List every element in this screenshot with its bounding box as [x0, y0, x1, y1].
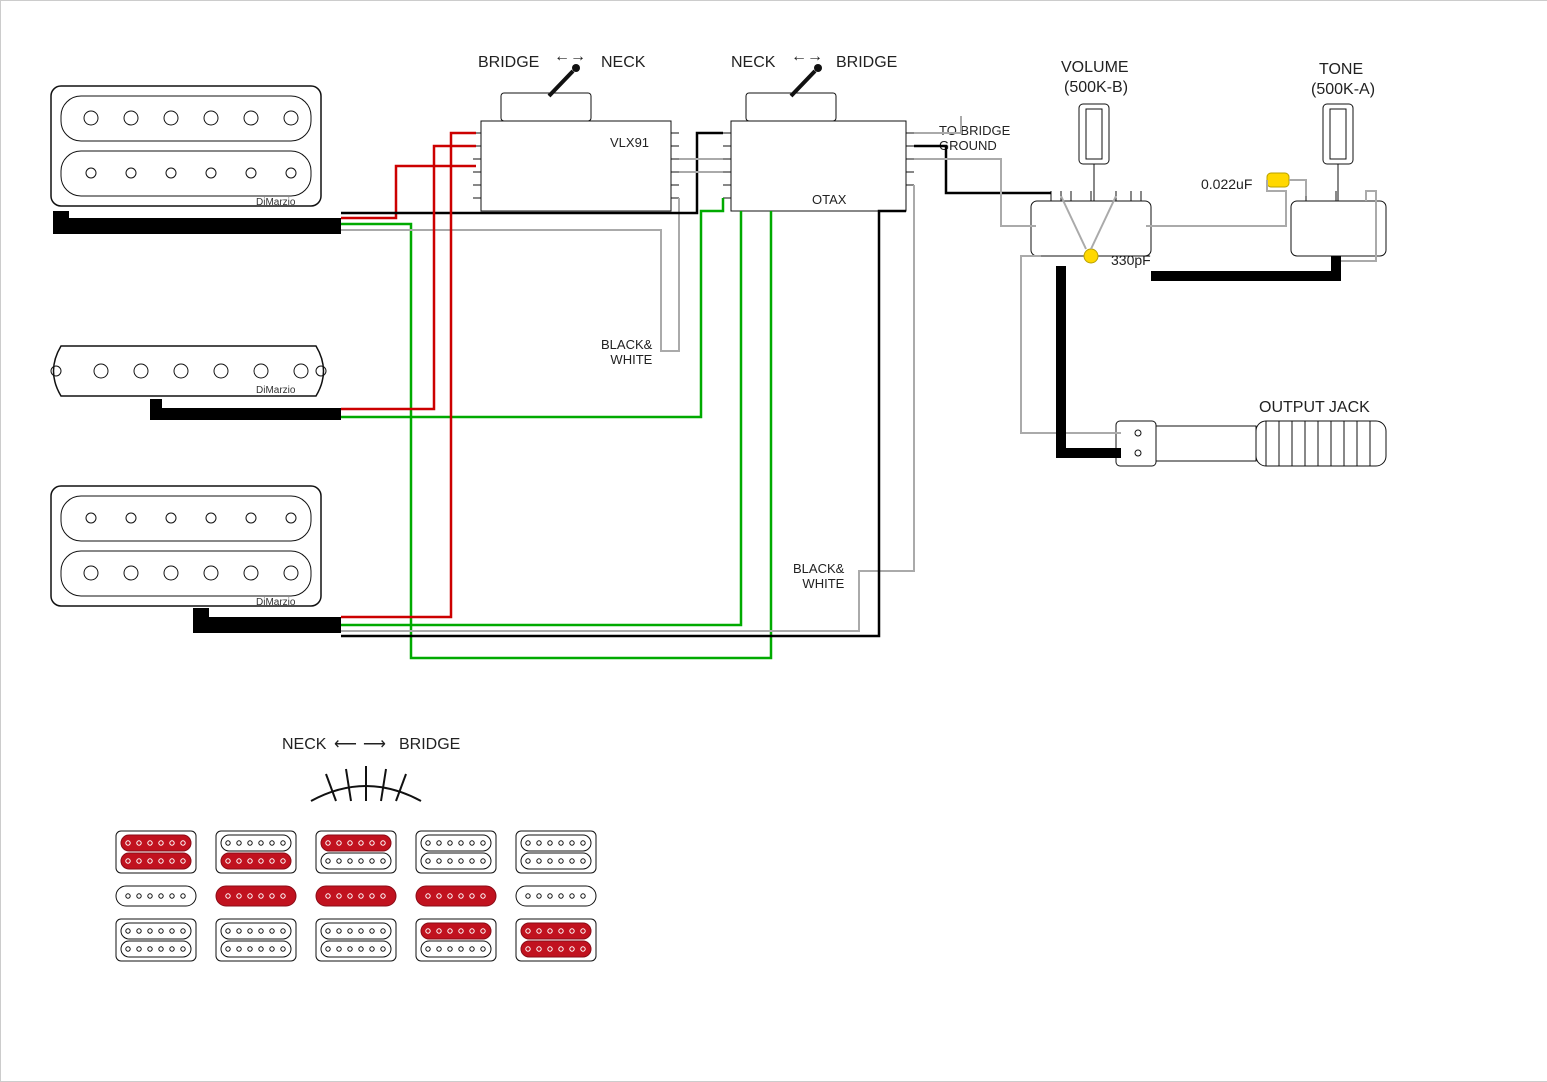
tone-pot [1267, 104, 1386, 256]
selector-switch-1 [473, 64, 679, 211]
svg-text:DiMarzio: DiMarzio [256, 597, 296, 608]
diagram-svg: DiMarzio DiMarzio DiMarzio [1, 1, 1547, 1081]
output-jack [1116, 421, 1386, 466]
pickup-middle-single: DiMarzio [51, 346, 326, 396]
pickup-neck-humbucker: DiMarzio [51, 86, 321, 208]
svg-text:DiMarzio: DiMarzio [256, 385, 296, 396]
legend-switch-graphic [311, 766, 421, 801]
volume-pot [1031, 104, 1151, 263]
pickup-bridge-humbucker: DiMarzio [51, 486, 321, 608]
pickup-position-legend [116, 831, 596, 961]
selector-switch-2 [723, 64, 914, 211]
wiring-diagram: BRIDGE ←→ NECK NECK ←→ BRIDGE VLX91 OTAX… [0, 0, 1547, 1082]
svg-text:DiMarzio: DiMarzio [256, 197, 296, 208]
